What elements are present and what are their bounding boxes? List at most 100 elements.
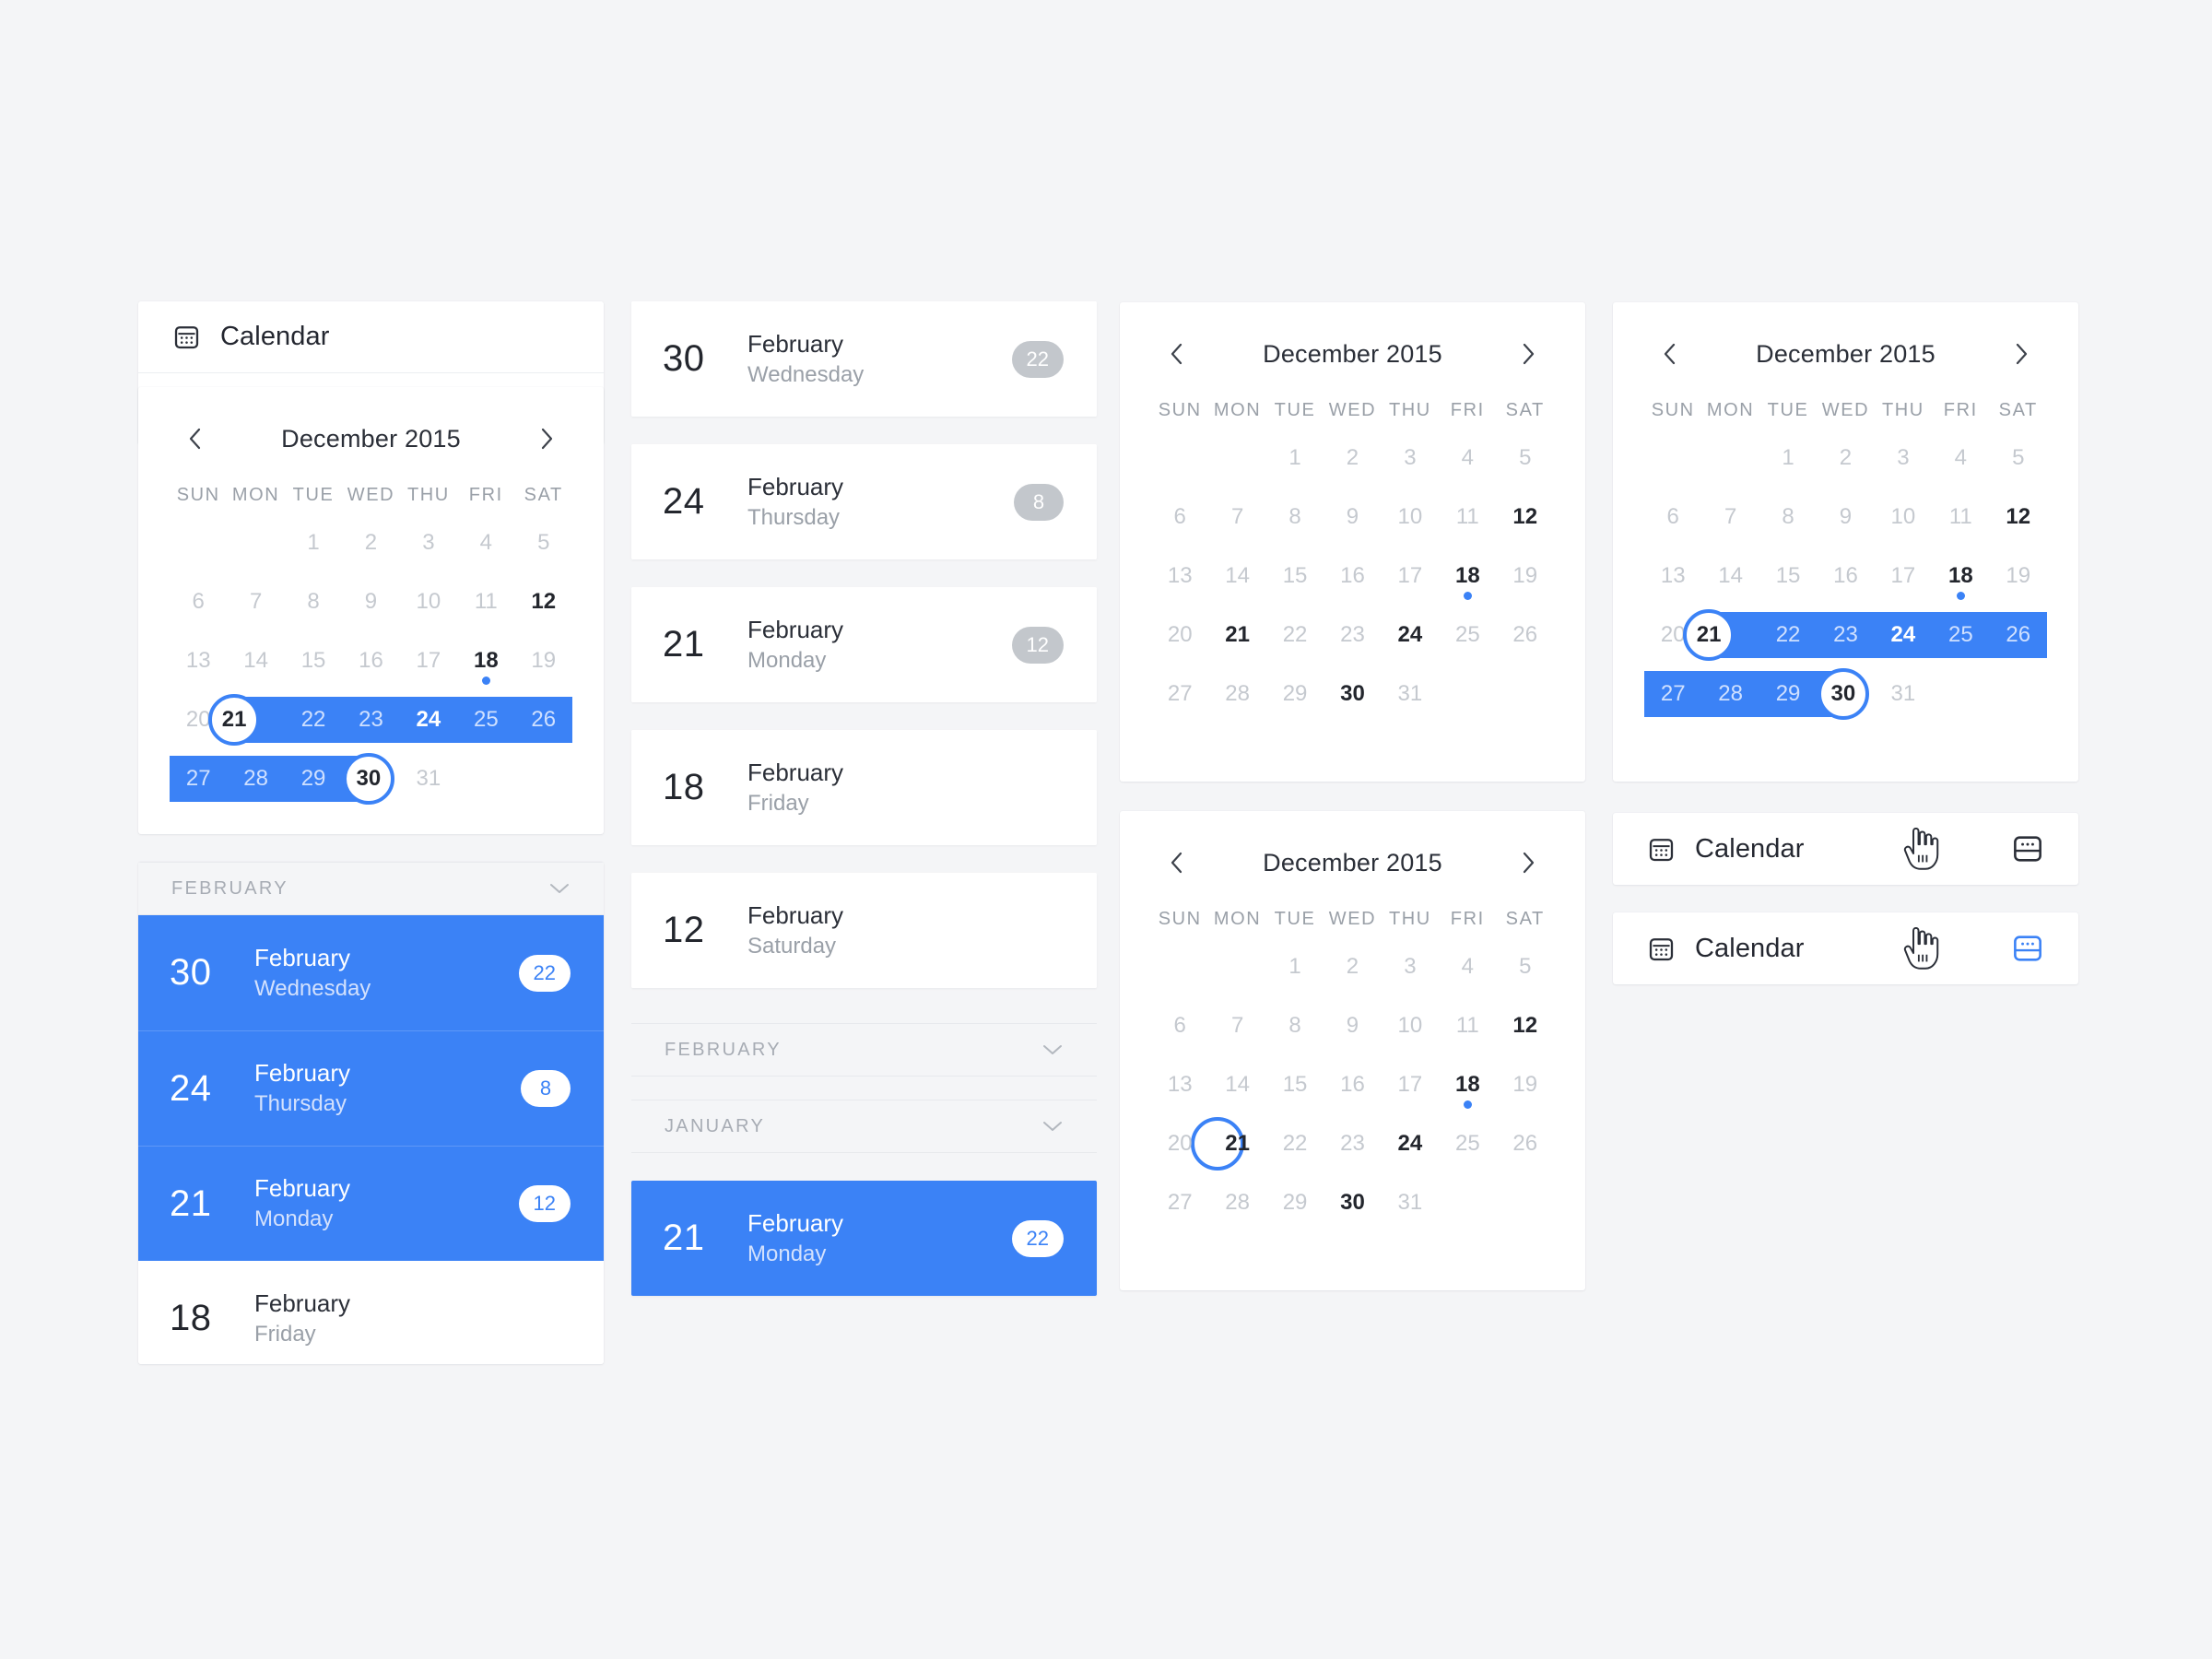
- day-cell[interactable]: 1: [285, 513, 342, 572]
- day-cell[interactable]: 9: [1324, 996, 1381, 1055]
- day-cell[interactable]: 28: [227, 749, 284, 808]
- day-cell[interactable]: 8: [1266, 996, 1324, 1055]
- list-item[interactable]: 24 February Thursday 8: [631, 444, 1097, 559]
- next-month-button[interactable]: [1512, 337, 1545, 371]
- day-cell[interactable]: 17: [1382, 1055, 1439, 1114]
- day-cell[interactable]: 26: [1497, 606, 1554, 665]
- day-cell[interactable]: 26: [1497, 1114, 1554, 1173]
- day-cell[interactable]: 4: [1439, 937, 1496, 996]
- day-cell[interactable]: 15: [1759, 547, 1817, 606]
- day-cell[interactable]: 15: [1266, 547, 1324, 606]
- day-cell[interactable]: 23: [1324, 1114, 1381, 1173]
- day-cell[interactable]: 14: [1208, 1055, 1265, 1114]
- day-cell[interactable]: 8: [1759, 488, 1817, 547]
- day-cell[interactable]: 7: [1208, 488, 1265, 547]
- day-cell[interactable]: 16: [342, 631, 399, 690]
- day-cell[interactable]: 12: [1497, 996, 1554, 1055]
- chevron-down-icon[interactable]: [1041, 1043, 1064, 1056]
- range-end-endpoint[interactable]: 30: [1817, 668, 1869, 720]
- day-cell[interactable]: 19: [1990, 547, 2047, 606]
- day-cell[interactable]: 27: [1151, 665, 1208, 724]
- day-cell[interactable]: 10: [1382, 996, 1439, 1055]
- day-cell[interactable]: 16: [1324, 1055, 1381, 1114]
- day-cell[interactable]: 22: [1266, 1114, 1324, 1173]
- day-cell[interactable]: 11: [1439, 996, 1496, 1055]
- day-cell[interactable]: 3: [1382, 937, 1439, 996]
- list-item-card[interactable]: 12 February Saturday: [631, 873, 1097, 988]
- day-cell[interactable]: 25: [1932, 606, 1989, 665]
- day-cell[interactable]: 25: [1439, 1114, 1496, 1173]
- day-cell[interactable]: 20: [1151, 606, 1208, 665]
- list-item[interactable]: 30 February Wednesday 22: [631, 301, 1097, 417]
- list-item[interactable]: 30 February Wednesday 22: [138, 915, 604, 1030]
- day-cell[interactable]: 25: [457, 690, 514, 749]
- list-item[interactable]: 21 February Monday 22: [631, 1181, 1097, 1296]
- day-cell[interactable]: 13: [170, 631, 227, 690]
- day-cell[interactable]: 5: [515, 513, 572, 572]
- day-cell[interactable]: 5: [1497, 937, 1554, 996]
- day-cell[interactable]: 19: [1497, 1055, 1554, 1114]
- day-cell[interactable]: 6: [1151, 488, 1208, 547]
- day-cell[interactable]: 10: [400, 572, 457, 631]
- day-cell[interactable]: 16: [1324, 547, 1381, 606]
- day-cell[interactable]: 24: [400, 690, 457, 749]
- day-cell[interactable]: 30: [1324, 1173, 1381, 1232]
- day-cell[interactable]: 3: [400, 513, 457, 572]
- day-cell[interactable]: 11: [1932, 488, 1989, 547]
- prev-month-button[interactable]: [1653, 337, 1687, 371]
- day-cell[interactable]: 22: [1759, 606, 1817, 665]
- day-cell[interactable]: 10: [1382, 488, 1439, 547]
- section-header-january[interactable]: JANUARY: [631, 1100, 1097, 1153]
- day-cell[interactable]: 29: [1266, 665, 1324, 724]
- section-header-february[interactable]: FEBRUARY: [138, 862, 604, 915]
- day-cell[interactable]: 13: [1151, 1055, 1208, 1114]
- range-end-endpoint[interactable]: 30: [342, 753, 394, 805]
- day-cell[interactable]: 29: [1266, 1173, 1324, 1232]
- day-cell[interactable]: 7: [227, 572, 284, 631]
- day-cell-with-event[interactable]: 18: [1439, 1055, 1496, 1114]
- day-cell[interactable]: 17: [400, 631, 457, 690]
- day-cell[interactable]: 1: [1266, 937, 1324, 996]
- day-cell[interactable]: 11: [1439, 488, 1496, 547]
- list-item[interactable]: 12 February Saturday: [631, 873, 1097, 988]
- day-cell[interactable]: 14: [227, 631, 284, 690]
- list-item-card-selected[interactable]: 21 February Monday 22: [631, 1181, 1097, 1296]
- split-view-icon[interactable]: [2012, 835, 2043, 863]
- day-cell[interactable]: 14: [1701, 547, 1759, 606]
- day-cell[interactable]: 9: [1817, 488, 1874, 547]
- day-cell[interactable]: 9: [1324, 488, 1381, 547]
- day-cell[interactable]: 24: [1382, 1114, 1439, 1173]
- day-cell[interactable]: 4: [457, 513, 514, 572]
- day-cell[interactable]: 12: [1990, 488, 2047, 547]
- day-cell[interactable]: 8: [1266, 488, 1324, 547]
- next-month-button[interactable]: [2005, 337, 2038, 371]
- list-item-card[interactable]: 21 February Monday 12: [631, 587, 1097, 702]
- prev-month-button[interactable]: [1160, 337, 1194, 371]
- day-cell[interactable]: 28: [1701, 665, 1759, 724]
- day-cell[interactable]: 7: [1701, 488, 1759, 547]
- day-cell[interactable]: 7: [1208, 996, 1265, 1055]
- day-cell[interactable]: 27: [170, 749, 227, 808]
- day-cell-with-event[interactable]: 18: [1439, 547, 1496, 606]
- day-cell[interactable]: 26: [1990, 606, 2047, 665]
- day-cell[interactable]: 3: [1382, 429, 1439, 488]
- prev-month-button[interactable]: [179, 422, 212, 455]
- day-cell[interactable]: 19: [1497, 547, 1554, 606]
- section-header-february[interactable]: FEBRUARY: [631, 1023, 1097, 1077]
- day-cell[interactable]: 15: [1266, 1055, 1324, 1114]
- list-item-card[interactable]: 18 February Friday: [631, 730, 1097, 845]
- day-cell[interactable]: 23: [342, 690, 399, 749]
- day-cell[interactable]: 25: [1439, 606, 1496, 665]
- day-cell[interactable]: 16: [1817, 547, 1874, 606]
- day-cell[interactable]: 27: [1151, 1173, 1208, 1232]
- day-cell[interactable]: 31: [1382, 665, 1439, 724]
- list-item[interactable]: 18 February Friday: [631, 730, 1097, 845]
- list-item[interactable]: 21 February Monday 12: [138, 1146, 604, 1261]
- day-cell[interactable]: 4: [1932, 429, 1989, 488]
- day-cell[interactable]: 6: [170, 572, 227, 631]
- range-start-endpoint[interactable]: 21: [1683, 609, 1735, 661]
- day-cell[interactable]: 3: [1875, 429, 1932, 488]
- day-cell[interactable]: 5: [1990, 429, 2047, 488]
- split-view-icon-active[interactable]: [2012, 935, 2043, 962]
- day-cell-selected[interactable]: 21: [1208, 1114, 1265, 1173]
